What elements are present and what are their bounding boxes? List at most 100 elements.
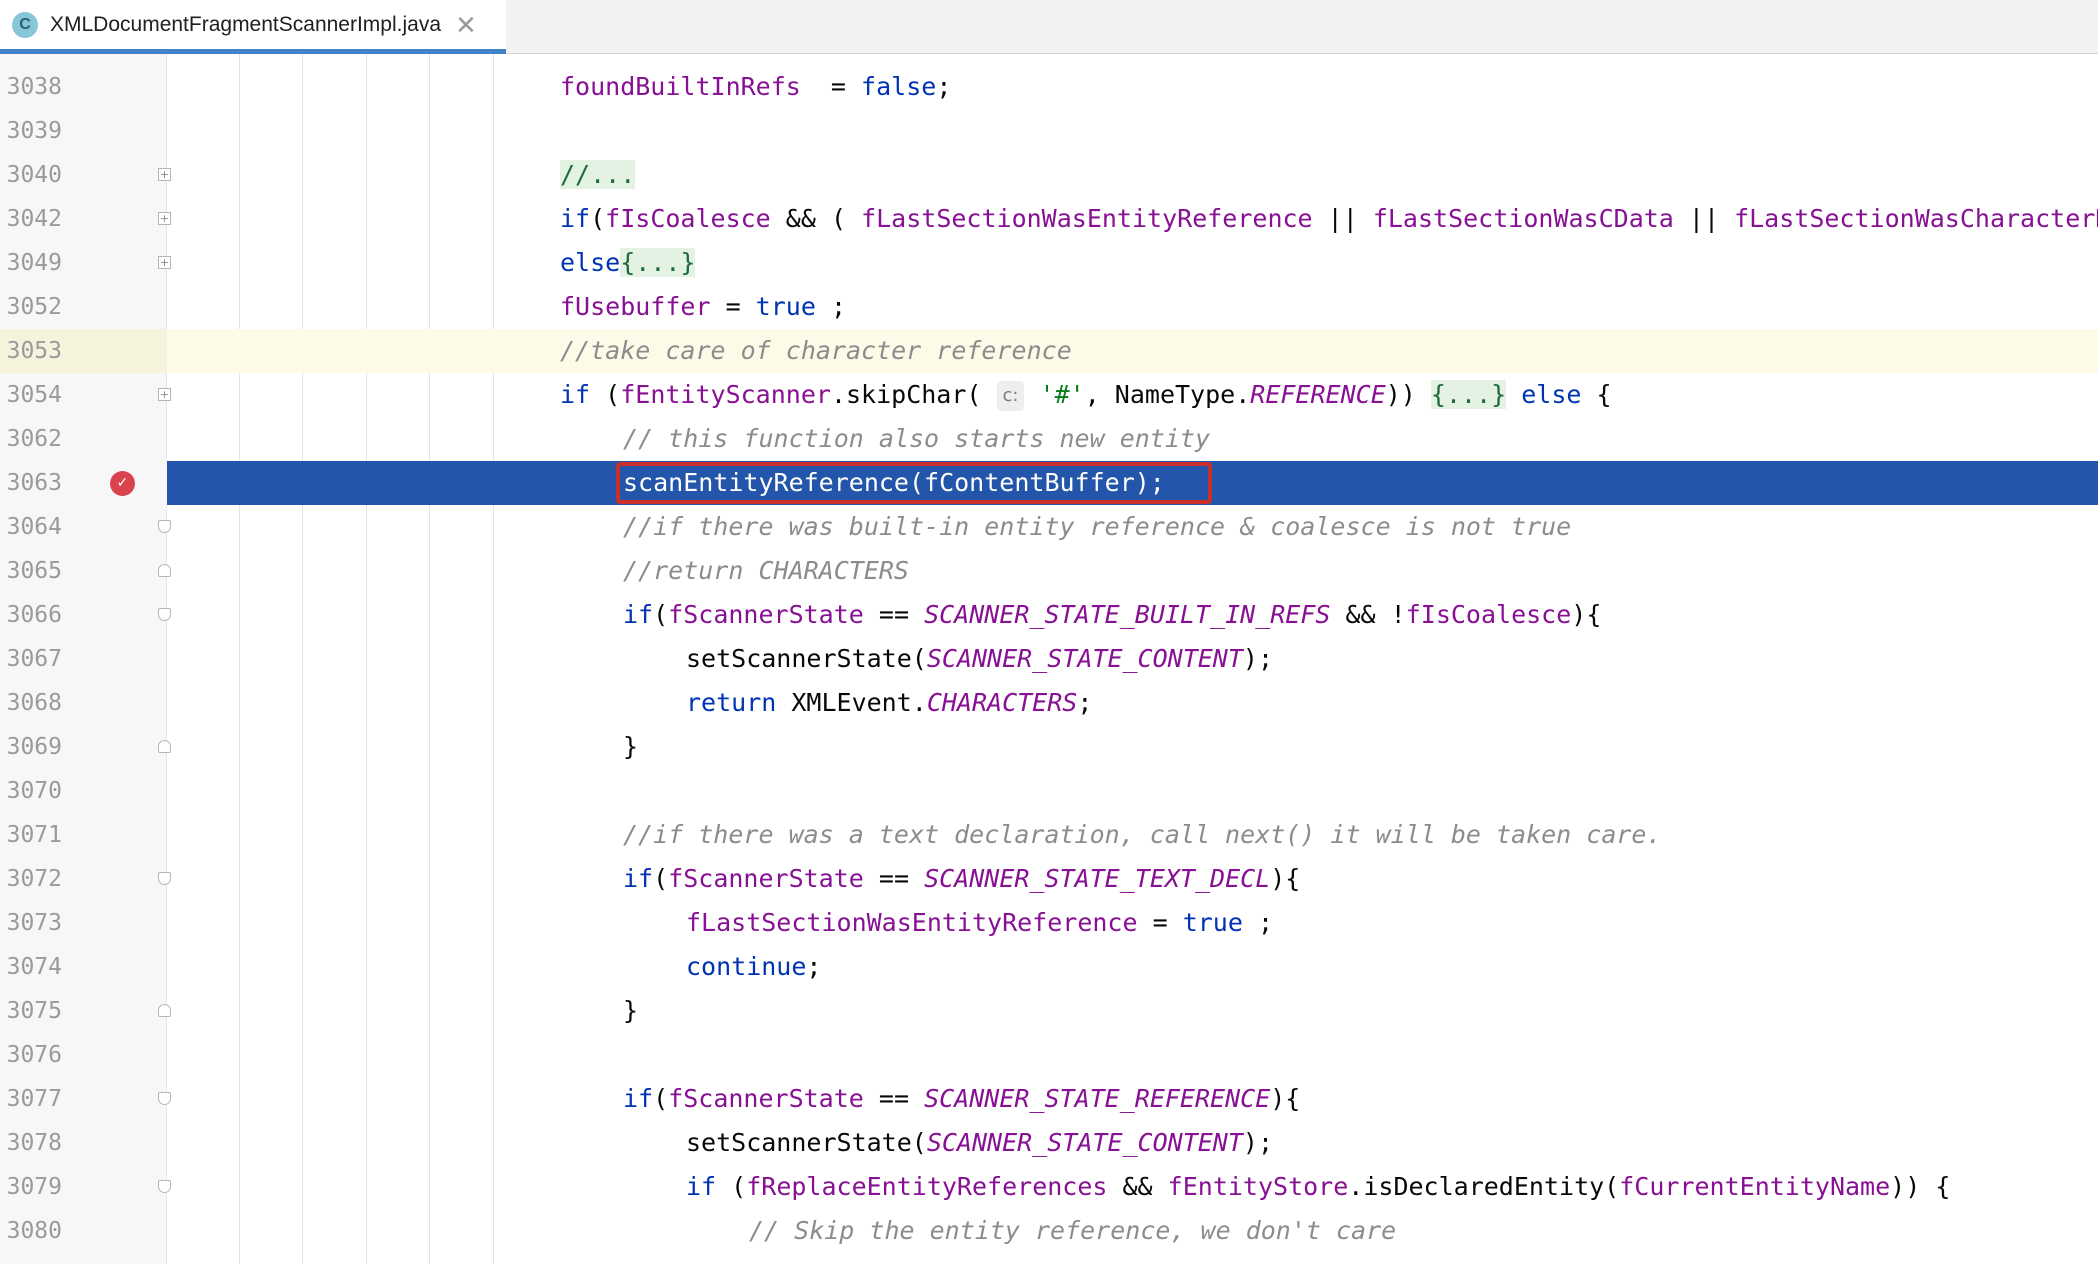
line-number: 3077 (6, 1086, 62, 1112)
fold-end-icon[interactable] (158, 740, 171, 753)
editor-tab-bar: C XMLDocumentFragmentScannerImpl.java ✕ (0, 0, 2098, 54)
code-token: fLastSectionWasEntityReference (686, 908, 1138, 937)
code-token: //... (560, 160, 636, 189)
breakpoint-icon[interactable]: ✓ (110, 471, 135, 496)
line-number: 3052 (6, 294, 62, 320)
code-token: { (1581, 380, 1612, 409)
code-text: if (fEntityScanner.skipChar( c: '#', Nam… (560, 373, 1612, 417)
code-token: = (800, 72, 862, 101)
code-line[interactable]: 3066 if(fScannerState == SCANNER_STATE_BU… (0, 593, 2098, 637)
code-token: || (1673, 204, 1735, 233)
code-token: .isDeclaredEntity( (1348, 1172, 1620, 1201)
code-token: == (863, 864, 925, 893)
fold-collapse-icon[interactable] (158, 608, 171, 621)
java-class-icon: C (12, 11, 38, 38)
code-token: //take care of character reference (560, 336, 1072, 365)
code-line[interactable]: 3049 + else{...} (0, 241, 2098, 285)
code-line[interactable]: 3075} (0, 989, 2098, 1033)
code-token: fEntityStore (1167, 1172, 1349, 1201)
code-token: } (623, 996, 639, 1025)
code-line[interactable]: 3052 fUsebuffer = true ; (0, 285, 2098, 329)
code-line[interactable]: 3038 foundBuiltInRefs = false; (0, 65, 2098, 109)
code-line[interactable]: 3078 setScannerState(SCANNER_STATE_CONTEN… (0, 1121, 2098, 1165)
line-number: 3072 (6, 866, 62, 892)
line-number: 3069 (6, 734, 62, 760)
code-line[interactable]: 3071 //if there was a text declaration, c… (0, 813, 2098, 857)
code-token: )) { (1890, 1172, 1951, 1201)
line-number: 3078 (6, 1130, 62, 1156)
code-text: if(fIsCoalesce && ( fLastSectionWasEntit… (560, 197, 2098, 241)
code-token: false (861, 72, 937, 101)
code-token: fIsCoalesce (1405, 600, 1572, 629)
code-text: else{...} (560, 241, 696, 285)
fold-collapse-icon[interactable] (158, 1180, 171, 1193)
code-token: CHARACTERS (926, 688, 1078, 717)
code-line[interactable]: 3064 //if there was built-in entity refer… (0, 505, 2098, 549)
code-line[interactable]: 3070 (0, 769, 2098, 813)
code-token: ){ (1270, 864, 1301, 893)
code-token: SCANNER_STATE_TEXT_DECL (924, 864, 1271, 893)
line-number: 3065 (6, 558, 62, 584)
code-line[interactable]: 3062 // this function also starts new ent… (0, 417, 2098, 461)
code-line[interactable]: 3073 fLastSectionWasEntityReference = tru… (0, 901, 2098, 945)
code-token: ; (806, 952, 822, 981)
code-token: fScannerState (668, 864, 864, 893)
code-line[interactable]: 3069} (0, 725, 2098, 769)
code-line[interactable]: 3063 ✓ scanEntityReference(fContentBuffer)… (0, 461, 2098, 505)
code-token: return (686, 688, 777, 717)
line-number: 3053 (6, 338, 62, 364)
fold-end-icon[interactable] (158, 1004, 171, 1017)
code-token: fScannerState (668, 1084, 864, 1113)
code-line[interactable]: 3074 continue; (0, 945, 2098, 989)
tab-xml-document-fragment-scanner[interactable]: C XMLDocumentFragmentScannerImpl.java ✕ (0, 0, 506, 54)
code-line[interactable]: 3079 if (fReplaceEntityReferences && fEnt… (0, 1165, 2098, 1209)
code-token: ( (653, 864, 669, 893)
line-number: 3074 (6, 954, 62, 980)
code-line[interactable]: 3076 (0, 1033, 2098, 1077)
code-line[interactable]: 3068 return XMLEvent.CHARACTERS; (0, 681, 2098, 725)
fold-collapse-icon[interactable] (158, 520, 171, 533)
code-editor[interactable]: 3038 foundBuiltInRefs = false; 3039 3040 + //… (0, 54, 2098, 1264)
fold-expand-icon[interactable]: + (158, 212, 171, 225)
code-text: foundBuiltInRefs = false; (560, 65, 951, 109)
code-line[interactable]: 3065 //return CHARACTERS (0, 549, 2098, 593)
code-token: SCANNER_STATE_CONTENT (926, 644, 1243, 673)
code-token: == (863, 600, 925, 629)
fold-expand-icon[interactable]: + (158, 168, 171, 181)
code-token: , NameType. (1084, 380, 1251, 409)
code-line[interactable]: 3077 if(fScannerState == SCANNER_STATE_RE… (0, 1077, 2098, 1121)
code-line[interactable]: 3040 + //... (0, 153, 2098, 197)
code-token: true (755, 292, 816, 321)
fold-collapse-icon[interactable] (158, 1092, 171, 1105)
code-line[interactable]: 3067 setScannerState(SCANNER_STATE_CONTEN… (0, 637, 2098, 681)
code-text: if(fScannerState == SCANNER_STATE_BUILT_… (623, 593, 1601, 637)
code-text: //take care of character reference (560, 329, 1072, 373)
fold-end-icon[interactable] (158, 564, 171, 577)
code-line[interactable]: 3054 + if (fEntityScanner.skipChar( c: '#'… (0, 373, 2098, 417)
code-token: || (1312, 204, 1373, 233)
code-token: ; (936, 72, 952, 101)
close-icon[interactable]: ✕ (455, 12, 477, 38)
code-line[interactable]: 3053 //take care of character reference (0, 329, 2098, 373)
line-number: 3063 (6, 470, 62, 496)
code-token: fLastSectionWasCData (1372, 204, 1674, 233)
code-token: {...} (1430, 380, 1507, 409)
code-line[interactable]: 3072 if(fScannerState == SCANNER_STATE_TE… (0, 857, 2098, 901)
fold-expand-icon[interactable]: + (158, 256, 171, 269)
line-number: 3042 (6, 206, 62, 232)
tab-title: XMLDocumentFragmentScannerImpl.java (50, 12, 442, 36)
code-text: if (fReplaceEntityReferences && fEntityS… (686, 1165, 1950, 1209)
fold-collapse-icon[interactable] (158, 872, 171, 885)
code-text: //return CHARACTERS (623, 549, 909, 593)
code-line[interactable]: 3039 (0, 109, 2098, 153)
code-text: //if there was built-in entity reference… (623, 505, 1571, 549)
code-token: XMLEvent. (776, 688, 927, 717)
fold-expand-icon[interactable]: + (158, 388, 171, 401)
code-token: if (623, 864, 654, 893)
code-token: } (623, 732, 639, 761)
code-line[interactable]: 3042 + if(fIsCoalesce && ( fLastSectionWas… (0, 197, 2098, 241)
code-token: if (623, 600, 654, 629)
code-token: ( (653, 1084, 669, 1113)
code-text: //... (560, 153, 636, 197)
code-line[interactable]: 3080 // Skip the entity reference, we don… (0, 1209, 2098, 1253)
